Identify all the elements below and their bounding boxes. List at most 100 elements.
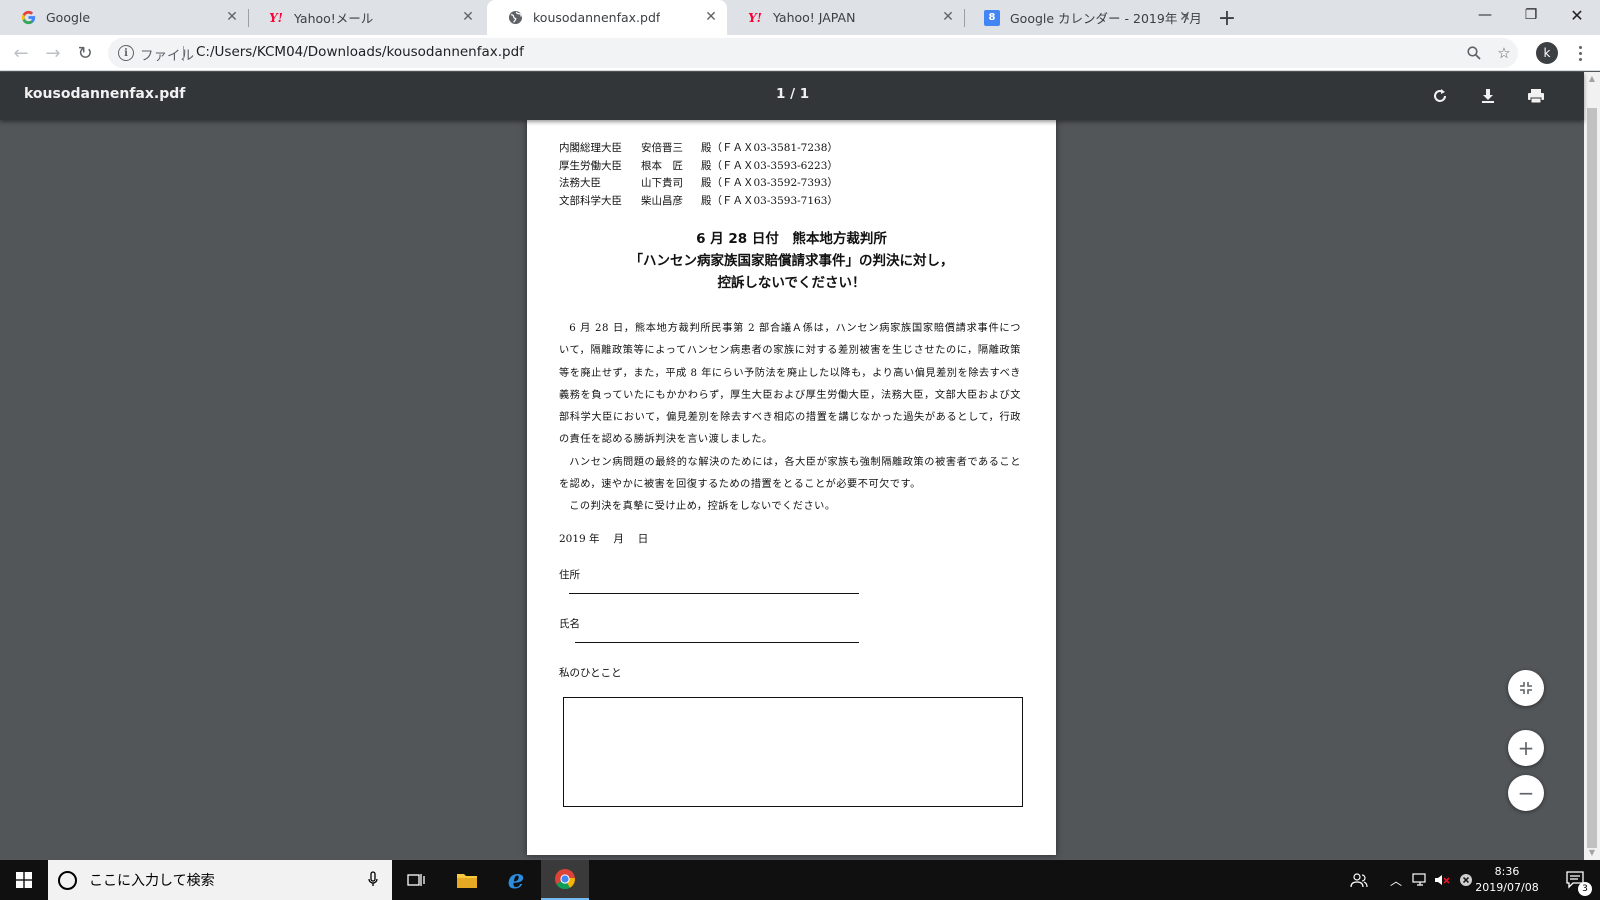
url-text[interactable]: C:/Users/KCM04/Downloads/kousodannenfax.…: [196, 44, 524, 60]
zoom-in-button[interactable]: +: [1508, 730, 1544, 766]
globe-icon: [507, 10, 523, 26]
bookmark-star-icon[interactable]: ☆: [1494, 43, 1514, 63]
info-icon[interactable]: i: [118, 45, 134, 61]
name-underline: [575, 642, 859, 643]
print-icon[interactable]: [1524, 84, 1548, 108]
recipient-role: 内閣総理大臣: [559, 142, 622, 154]
clock-time: 8:36: [1494, 865, 1520, 878]
volume-muted-icon[interactable]: [1430, 860, 1454, 900]
address-bar[interactable]: i ファイル C:/Users/KCM04/Downloads/kousodan…: [108, 38, 1518, 68]
comment-box: [563, 697, 1023, 807]
recipient-name: 安倍晋三: [641, 142, 683, 154]
recipient-name: 山下貴司: [641, 177, 683, 190]
tab-pdf[interactable]: kousodannenfax.pdf ✕: [487, 0, 727, 35]
chrome-icon[interactable]: [541, 860, 589, 900]
scroll-down-icon[interactable]: ▼: [1588, 848, 1596, 857]
recipient-row: 内閣総理大臣 安倍晋三 殿（ＦＡＸ03-3581-7238）: [559, 140, 838, 158]
new-tab-button[interactable]: +: [1214, 5, 1240, 31]
microphone-icon[interactable]: [368, 871, 378, 891]
body-paragraph: 6 月 28 日，熊本地方裁判所民事第 2 部合議Ａ係は，ハンセン病家族国家賠償…: [559, 323, 1021, 446]
reload-button[interactable]: ↻: [71, 39, 99, 67]
scheme-label: ファイル: [140, 48, 194, 64]
windows-start-icon[interactable]: [0, 860, 48, 900]
system-clock[interactable]: 8:36 2019/07/08: [1472, 864, 1542, 896]
address-underline: [569, 593, 859, 594]
recipient-row: 法務大臣 山下貴司 殿（ＦＡＸ03-3592-7393）: [559, 175, 838, 193]
recipient-fax: 殿（ＦＡＸ03-3592-7393）: [701, 177, 838, 190]
close-icon[interactable]: ✕: [703, 9, 719, 25]
back-button[interactable]: ←: [7, 39, 35, 67]
scroll-up-icon[interactable]: ▲: [1588, 74, 1596, 83]
page-indicator[interactable]: 1 / 1: [776, 86, 809, 102]
recipient-name: 根本 匠: [641, 159, 683, 172]
address-label: 住所: [559, 569, 580, 581]
omnibox-divider: [183, 46, 184, 61]
network-icon[interactable]: [1408, 860, 1432, 900]
comment-label: 私のひとこと: [559, 667, 622, 679]
pdf-page: 内閣総理大臣 安倍晋三 殿（ＦＡＸ03-3581-7238） 厚生労働大臣 根本…: [527, 120, 1056, 855]
recipient-row: 文部科学大臣 柴山昌彦 殿（ＦＡＸ03-3593-7163）: [559, 193, 838, 211]
window-close-button[interactable]: ✕: [1554, 0, 1600, 30]
close-icon[interactable]: ✕: [940, 9, 956, 25]
task-view-icon[interactable]: [392, 860, 440, 900]
google-icon: [20, 10, 36, 26]
name-label: 氏名: [559, 618, 580, 630]
taskbar-search[interactable]: ここに入力して検索: [48, 860, 392, 900]
recipient-row: 厚生労働大臣 根本 匠 殿（ＦＡＸ03-3593-6223）: [559, 158, 838, 176]
body-paragraph: ハンセン病問題の最終的な解決のためには，各大臣が家族も強制隔離政策の被害者である…: [559, 456, 1021, 491]
tab-title: Yahoo!メール: [294, 11, 374, 26]
tab-google[interactable]: Google ✕: [0, 0, 249, 35]
recipient-list: 内閣総理大臣 安倍晋三 殿（ＦＡＸ03-3581-7238） 厚生労働大臣 根本…: [559, 140, 838, 211]
tab-title: Google カレンダー - 2019年 7月: [1010, 11, 1201, 26]
browser-toolbar: ← → ↻ i ファイル C:/Users/KCM04/Downloads/ko…: [0, 35, 1600, 71]
recipient-name: 柴山昌彦: [641, 195, 683, 208]
recipient-fax: 殿（ＦＡＸ03-3593-6223）: [701, 159, 838, 172]
download-icon[interactable]: [1476, 84, 1500, 108]
date-line: 2019 年 月 日: [559, 533, 649, 545]
clock-date: 2019/07/08: [1475, 881, 1539, 894]
browser-menu-icon[interactable]: [1572, 41, 1588, 65]
minimize-button[interactable]: —: [1462, 0, 1508, 30]
yahoo-icon: Y!: [269, 10, 283, 25]
yahoo-icon: Y!: [748, 10, 762, 25]
profile-avatar[interactable]: k: [1536, 42, 1558, 64]
rotate-icon[interactable]: [1428, 84, 1452, 108]
tab-google-calendar[interactable]: 8 Google カレンダー - 2019年 7月 ✕: [964, 0, 1201, 35]
vertical-scrollbar[interactable]: ▲ ▼: [1584, 72, 1600, 860]
tab-yahoo-mail[interactable]: Y! Yahoo!メール ✕: [248, 0, 484, 35]
notification-count-badge: 3: [1578, 882, 1592, 896]
document-headline: 6 月 28 日付 熊本地方裁判所 「ハンセン病家族国家賠償請求事件」の判決に対…: [527, 228, 1056, 294]
close-icon[interactable]: ✕: [460, 9, 476, 25]
tab-yahoo-japan[interactable]: Y! Yahoo! JAPAN ✕: [727, 0, 965, 35]
windows-taskbar: ここに入力して検索 e ︿ 8:36 2019/07/08 3: [0, 860, 1600, 900]
body-paragraph: この判決を真摯に受け止め，控訴をしないでください。: [569, 501, 836, 513]
recipient-role: 厚生労働大臣: [559, 159, 622, 172]
scrollbar-thumb[interactable]: [1587, 108, 1597, 848]
headline-line: 「ハンセン病家族国家賠償請求事件」の判決に対し，: [629, 253, 954, 269]
tab-title: Google: [46, 10, 91, 25]
people-icon[interactable]: [1344, 860, 1374, 900]
show-hidden-icons-chevron-icon[interactable]: ︿: [1384, 860, 1408, 900]
pdf-file-title: kousodannenfax.pdf: [24, 86, 186, 102]
recipient-fax: 殿（ＦＡＸ03-3593-7163）: [701, 195, 838, 208]
recipient-role: 法務大臣: [559, 177, 601, 190]
zoom-icon[interactable]: [1464, 43, 1484, 63]
calendar-icon: 8: [984, 9, 1000, 26]
internet-explorer-icon[interactable]: e: [492, 860, 540, 900]
fit-to-page-button[interactable]: [1508, 670, 1544, 706]
action-center-icon[interactable]: 3: [1556, 860, 1596, 900]
recipient-fax: 殿（ＦＡＸ03-3581-7238）: [701, 142, 838, 154]
file-explorer-icon[interactable]: [443, 860, 491, 900]
forward-button[interactable]: →: [39, 39, 67, 67]
zoom-out-button[interactable]: −: [1508, 775, 1544, 811]
cortana-icon: [58, 870, 77, 890]
tab-title: kousodannenfax.pdf: [533, 10, 661, 25]
close-icon[interactable]: ✕: [224, 9, 240, 25]
restore-button[interactable]: ❐: [1508, 0, 1554, 30]
headline-line: 控訴しないでください！: [717, 275, 866, 291]
headline-line: 6 月 28 日付 熊本地方裁判所: [696, 231, 887, 247]
close-icon[interactable]: ✕: [1177, 9, 1193, 25]
search-placeholder: ここに入力して検索: [89, 873, 215, 889]
tab-title: Yahoo! JAPAN: [773, 10, 856, 25]
pdf-toolbar: kousodannenfax.pdf 1 / 1: [0, 72, 1584, 120]
